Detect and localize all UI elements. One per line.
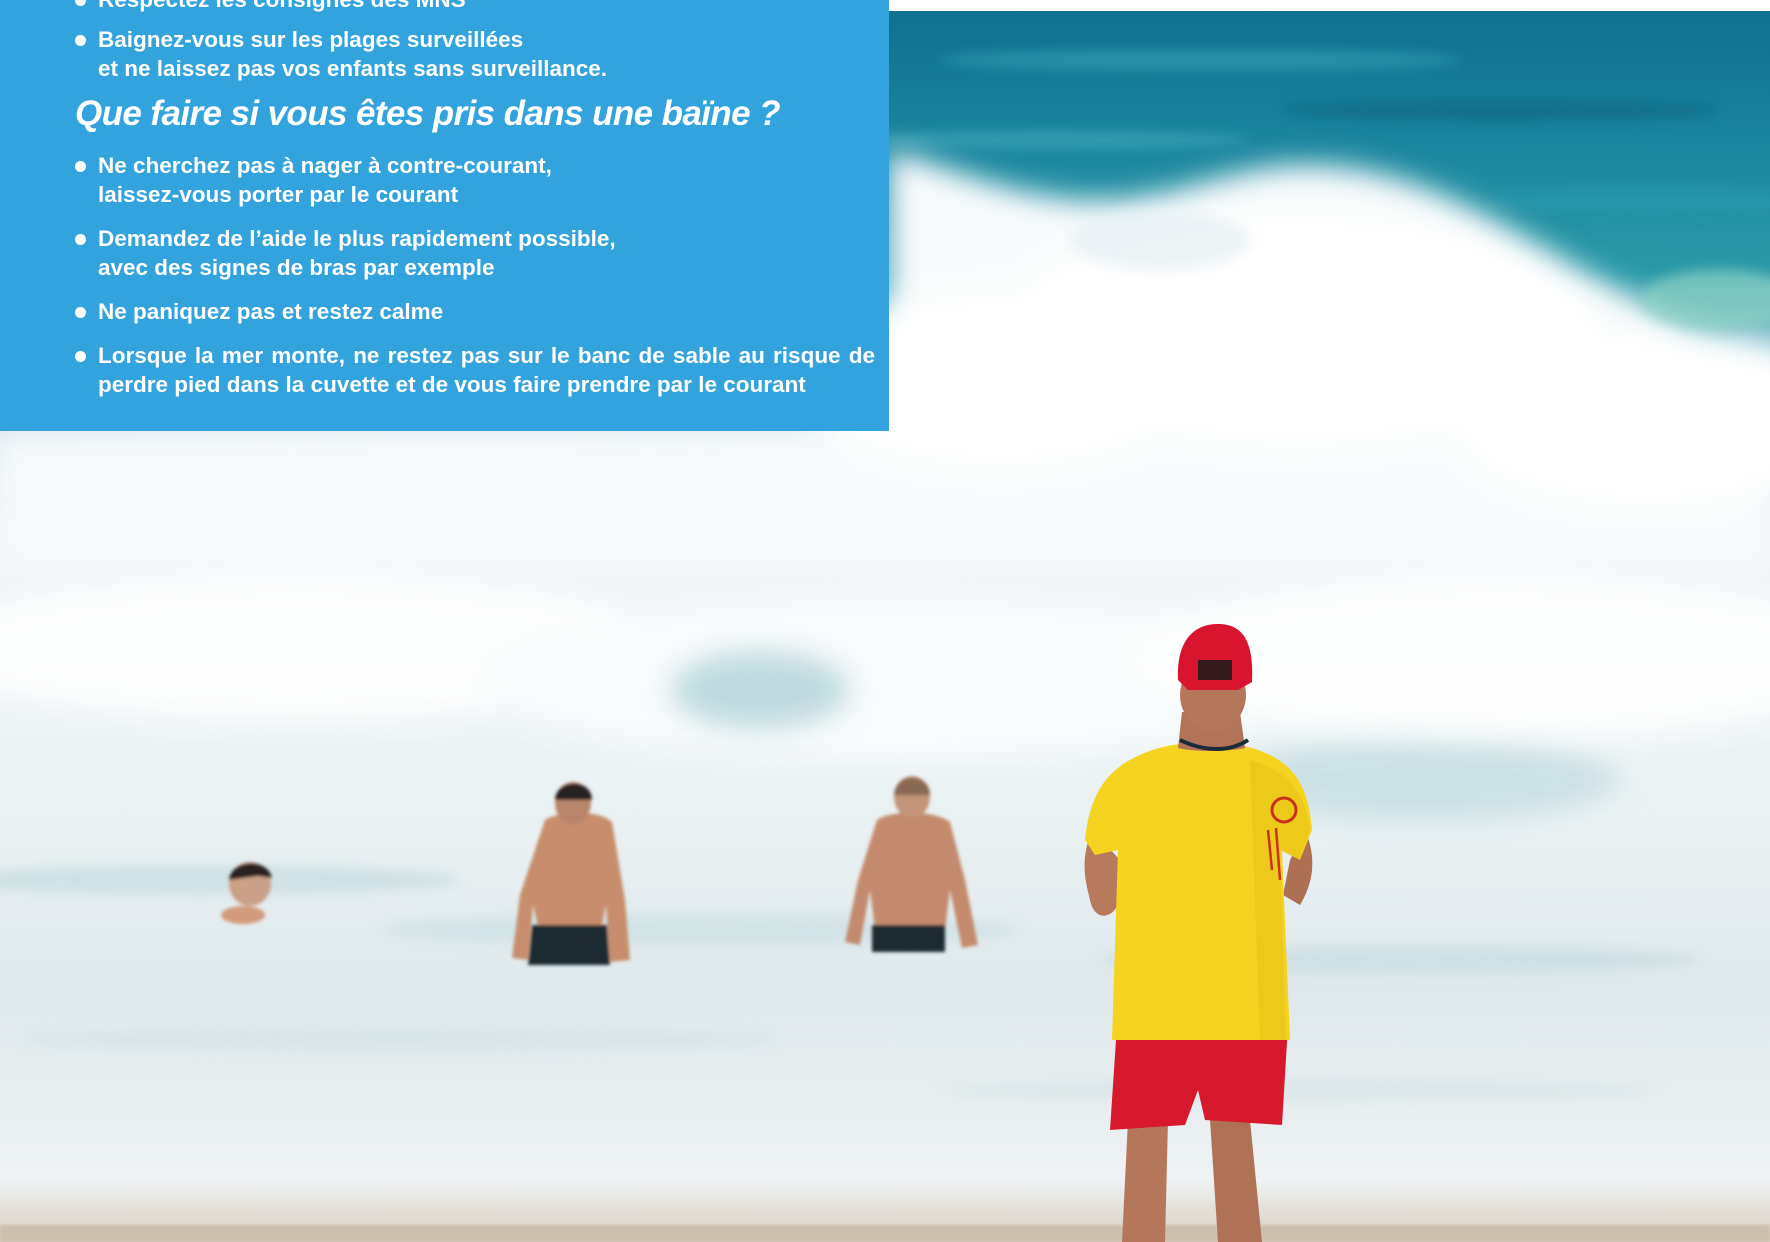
list-item-text: Ne paniquez pas et restez calme — [98, 299, 444, 324]
bullet-icon — [75, 234, 86, 245]
bullet-icon — [75, 307, 86, 318]
safety-info-box: Respectez les consignes des MNS Baignez-… — [0, 0, 889, 431]
top-white-strip — [889, 0, 1770, 11]
bullet-icon — [75, 351, 86, 362]
list-item-text: Respectez les consignes des MNS — [98, 0, 875, 14]
bullet-icon — [75, 35, 86, 46]
list-item-text: Demandez de l’aide le plus rapidement po… — [98, 226, 616, 280]
list-item: Demandez de l’aide le plus rapidement po… — [75, 224, 875, 282]
list-item: Respectez les consignes des MNS — [75, 0, 875, 14]
bullet-icon — [75, 161, 86, 172]
list-item: Ne paniquez pas et restez calme — [75, 297, 875, 326]
list-item-text: Lorsque la mer monte, ne restez pas sur … — [98, 343, 875, 397]
section-heading: Que faire si vous êtes pris dans une baï… — [75, 94, 781, 133]
bullet-icon — [75, 0, 86, 6]
list-item: Ne cherchez pas à nager à contre-courant… — [75, 151, 875, 209]
list-item: Lorsque la mer monte, ne restez pas sur … — [75, 341, 875, 399]
list-item-text: Ne cherchez pas à nager à contre-courant… — [98, 153, 552, 207]
list-item-text: Baignez-vous sur les plages surveillées … — [98, 27, 607, 81]
list-item: Baignez-vous sur les plages surveillées … — [75, 25, 875, 83]
